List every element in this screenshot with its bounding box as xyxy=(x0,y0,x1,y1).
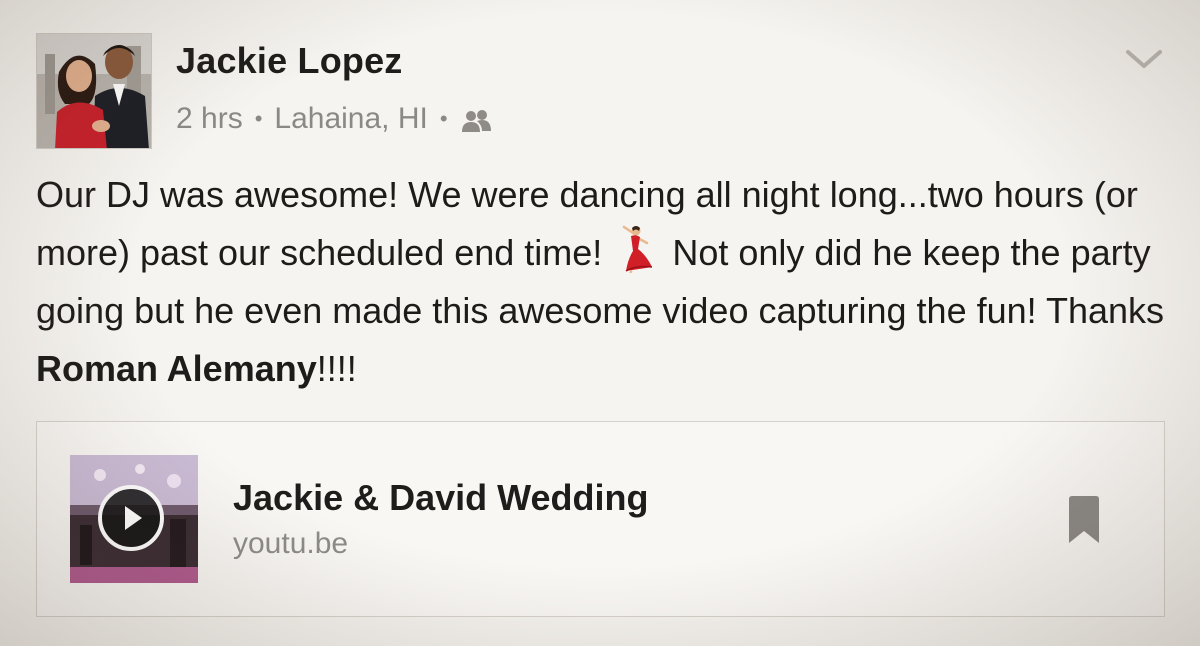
meta-separator: • xyxy=(439,106,448,131)
author-name[interactable]: Jackie Lopez xyxy=(176,40,403,82)
mention-link[interactable]: Roman Alemany xyxy=(36,348,317,389)
link-preview-card[interactable]: Jackie & David Wedding youtu.be xyxy=(36,421,1165,617)
link-title[interactable]: Jackie & David Wedding xyxy=(233,477,648,519)
link-domain: youtu.be xyxy=(233,527,349,560)
meta-separator: • xyxy=(254,106,263,131)
avatar[interactable] xyxy=(36,33,152,149)
play-icon[interactable] xyxy=(98,485,164,551)
dancer-emoji-icon xyxy=(616,225,656,274)
post-location[interactable]: Lahaina, HI xyxy=(274,102,427,136)
avatar-photo xyxy=(37,34,151,148)
post-meta: 2 hrs • Lahaina, HI • xyxy=(176,102,492,136)
bookmark-icon[interactable] xyxy=(1066,495,1102,545)
post-time[interactable]: 2 hrs xyxy=(176,102,243,136)
post-body: Our DJ was awesome! We were dancing all … xyxy=(36,166,1176,398)
friends-icon[interactable] xyxy=(460,107,492,132)
facebook-post: Jackie Lopez 2 hrs • Lahaina, HI • Our D… xyxy=(0,0,1200,646)
chevron-down-icon[interactable] xyxy=(1124,44,1164,74)
video-thumbnail[interactable] xyxy=(70,455,198,583)
post-text-part: !!!! xyxy=(316,348,357,389)
